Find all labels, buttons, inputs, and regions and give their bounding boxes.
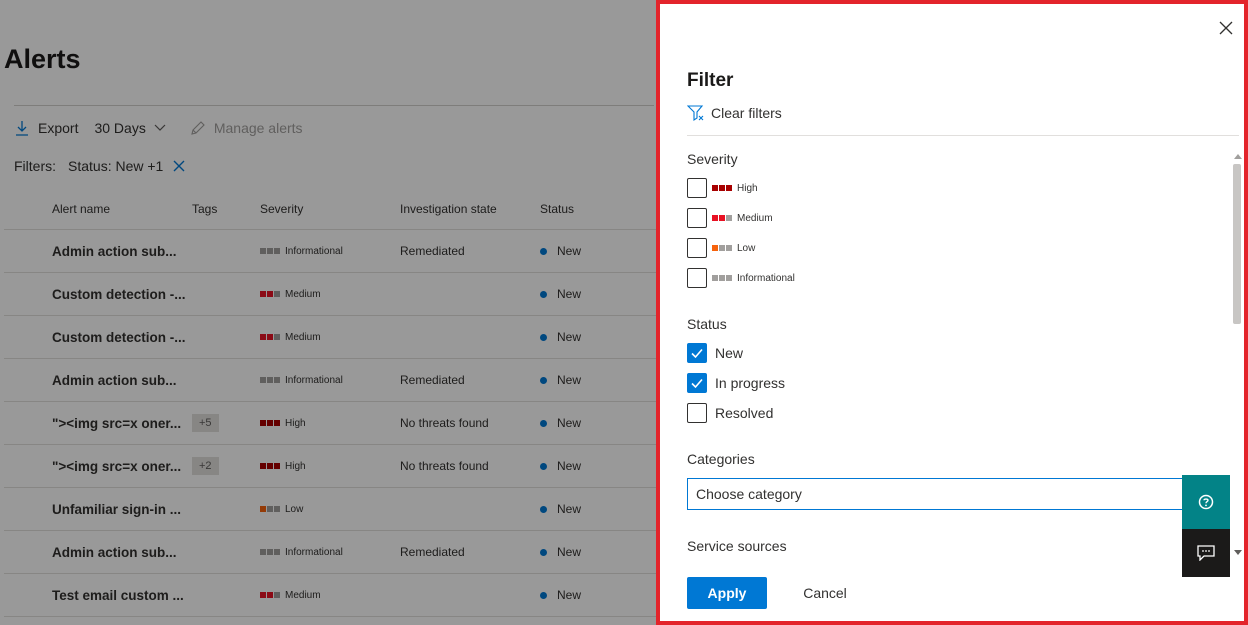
severity-square [726,275,732,281]
clear-filters-label: Clear filters [711,105,782,121]
severity-checkbox[interactable] [687,178,707,198]
categories-heading: Categories [687,451,755,467]
clear-filters-button[interactable]: Clear filters [687,104,782,122]
severity-option-label: Informational [712,273,795,284]
severity-option-text: High [737,182,758,194]
scroll-up-arrow-icon[interactable] [1234,154,1242,159]
severity-option-label: Medium [712,213,773,224]
severity-option-text: Informational [737,272,795,284]
severity-square [719,215,725,221]
severity-checkbox[interactable] [687,208,707,228]
scrollbar-thumb[interactable] [1233,164,1241,324]
divider [687,135,1239,136]
severity-square [719,185,725,191]
severity-option-low[interactable]: Low [687,238,755,258]
checkmark-icon [691,378,703,389]
severity-square [726,215,732,221]
status-option-label: In progress [715,375,786,391]
severity-option-text: Low [737,242,756,254]
severity-square [719,245,725,251]
status-option-label: Resolved [715,405,774,421]
panel-title: Filter [687,70,734,91]
categories-dropdown[interactable]: Choose category [687,478,1199,510]
status-checkbox[interactable] [687,373,707,393]
severity-option-label: Low [712,243,755,254]
status-checkbox[interactable] [687,403,707,423]
status-heading: Status [687,316,727,332]
service-sources-heading: Service sources [687,538,787,554]
filter-panel: Filter Clear filters Severity High Medium… [656,0,1248,625]
severity-square [712,215,718,221]
severity-checkbox[interactable] [687,268,707,288]
severity-option-text: Medium [737,212,773,224]
modal-overlay[interactable] [0,0,656,625]
severity-option-high[interactable]: High [687,178,758,198]
severity-heading: Severity [687,151,738,167]
status-checkbox[interactable] [687,343,707,363]
checkmark-icon [691,348,703,359]
feedback-button[interactable] [1182,529,1230,577]
severity-square [726,185,732,191]
chat-icon [1197,545,1215,561]
severity-checkbox[interactable] [687,238,707,258]
scroll-down-arrow-icon[interactable] [1234,550,1242,555]
status-option-resolved[interactable]: Resolved [687,403,773,423]
severity-square [712,275,718,281]
severity-square [712,245,718,251]
severity-square [712,185,718,191]
categories-placeholder: Choose category [696,486,802,502]
severity-option-label: High [712,183,758,194]
status-option-label: New [715,345,744,361]
cancel-button[interactable]: Cancel [785,577,865,609]
severity-option-informational[interactable]: Informational [687,268,795,288]
status-option-new[interactable]: New [687,343,743,363]
help-button[interactable] [1182,475,1230,529]
clear-filter-icon [687,105,704,122]
apply-button[interactable]: Apply [687,577,767,609]
close-panel-button[interactable] [1218,20,1234,36]
panel-scrollbar[interactable] [1231,150,1243,560]
status-option-in-progress[interactable]: In progress [687,373,785,393]
help-icon [1198,494,1214,510]
severity-option-medium[interactable]: Medium [687,208,773,228]
severity-square [726,245,732,251]
severity-square [719,275,725,281]
